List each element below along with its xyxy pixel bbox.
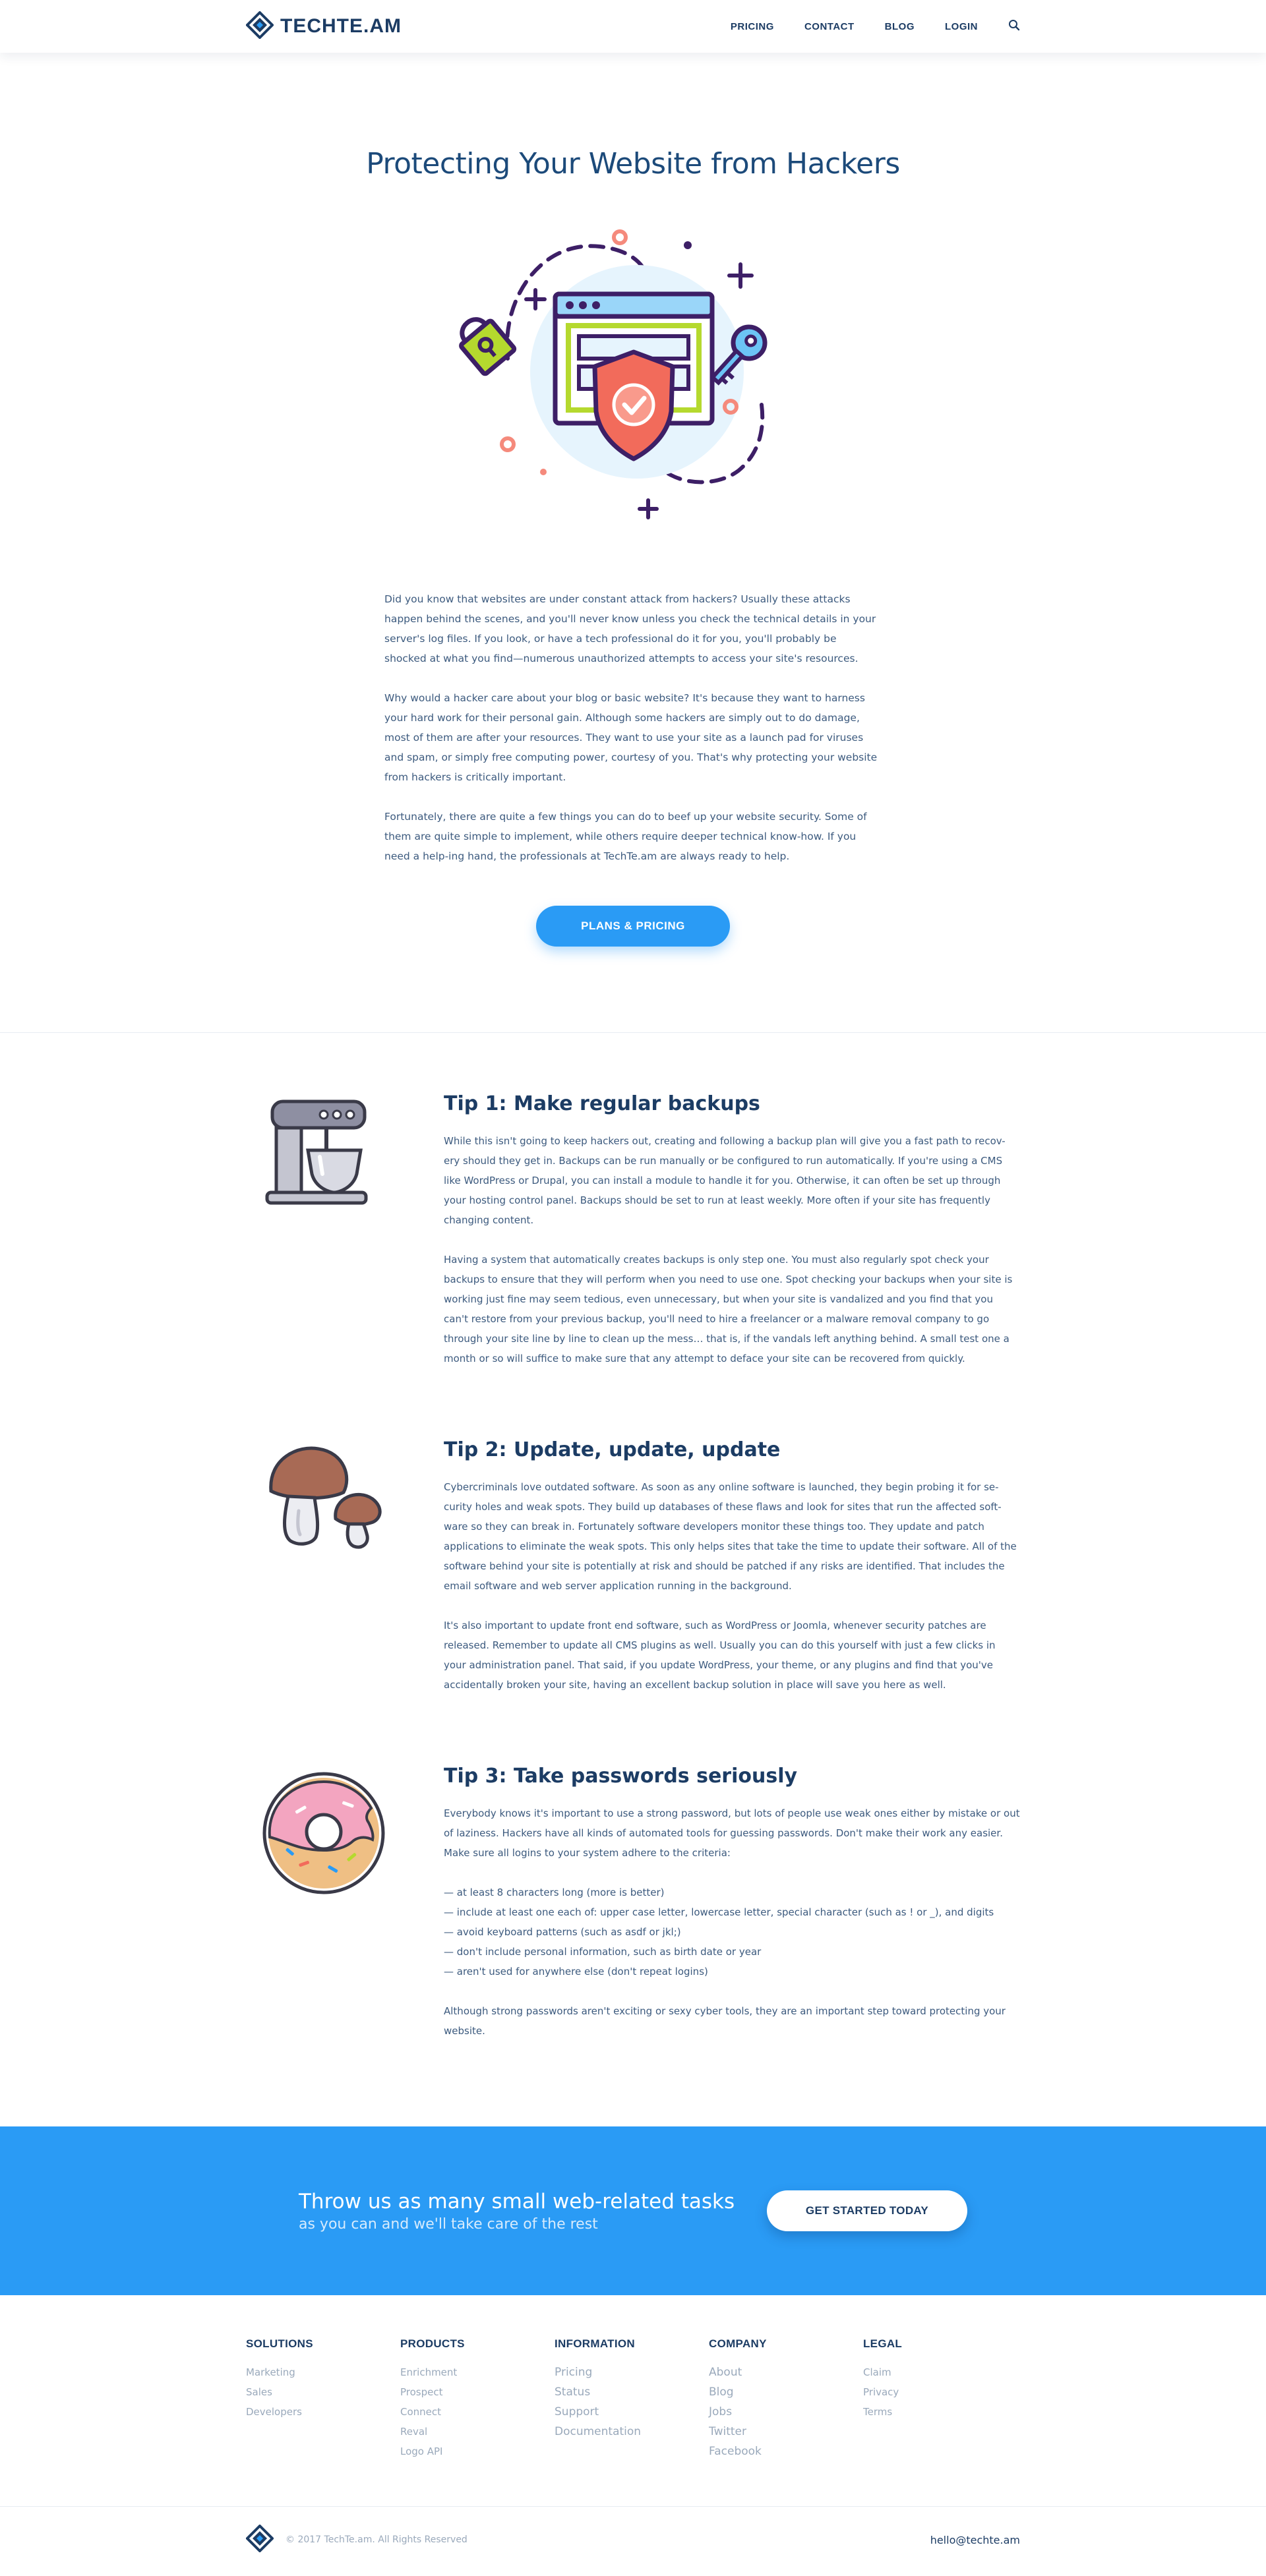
footer-link[interactable]: Support	[555, 2402, 709, 2422]
tip-paragraph: While this isn't going to keep hackers o…	[444, 1135, 1006, 1226]
list-item: — include at least one each of: upper ca…	[444, 1906, 994, 1918]
footer-link[interactable]: Blog	[709, 2382, 863, 2402]
footer-link[interactable]: Privacy	[863, 2382, 1017, 2402]
tip-3: Tip 3: Take passwords seriously Everybod…	[246, 1765, 1020, 2061]
footer-link[interactable]: Logo API	[400, 2442, 555, 2461]
tip-2: Tip 2: Update, update, update Cybercrimi…	[246, 1438, 1020, 1714]
footer-link[interactable]: Enrichment	[400, 2362, 555, 2382]
intro-paragraph: Did you know that websites are under con…	[384, 593, 876, 664]
list-item: — at least 8 characters long (more is be…	[444, 1887, 665, 1898]
footer-link[interactable]: Developers	[246, 2402, 400, 2422]
dot-icon	[612, 229, 628, 245]
footer-link[interactable]: Status	[555, 2382, 709, 2402]
intro-paragraph: Why would a hacker care about your blog …	[384, 692, 878, 783]
nav-contact[interactable]: CONTACT	[804, 21, 855, 32]
band-subtitle: as you can and we'll take care of the re…	[299, 2215, 598, 2233]
nav-pricing[interactable]: PRICING	[731, 21, 774, 32]
tip-paragraph: Although strong passwords aren't excitin…	[444, 2005, 1006, 2037]
list-item: — avoid keyboard patterns (such as asdf …	[444, 1926, 681, 1938]
band-title: Throw us as many small web-related tasks	[299, 2189, 735, 2213]
tip-paragraph: Everybody knows it's important to use a …	[444, 1807, 1020, 1859]
padlock-icon	[459, 317, 517, 376]
mixer-icon	[259, 1099, 370, 1210]
footer-link[interactable]: Marketing	[246, 2362, 400, 2382]
footer-link[interactable]: Documentation	[555, 2422, 709, 2442]
get-started-button[interactable]: GET STARTED TODAY	[767, 2190, 967, 2231]
tip-1: Tip 1: Make regular backups While this i…	[246, 1092, 1020, 1388]
tip-title: Tip 2: Update, update, update	[444, 1438, 1020, 1461]
dot-icon	[540, 469, 547, 475]
nav-blog[interactable]: BLOG	[885, 21, 915, 32]
footer-col-title: PRODUCTS	[400, 2337, 465, 2350]
intro-text: Did you know that websites are under con…	[384, 589, 882, 866]
footer-link[interactable]: Sales	[246, 2382, 400, 2402]
tip-number: Tip 3:	[444, 1765, 507, 1788]
site-footer: SOLUTIONS Marketing Sales Developers PRO…	[0, 2295, 1266, 2573]
tip-paragraph: Having a system that automatically creat…	[444, 1254, 1013, 1364]
tip-number: Tip 2:	[444, 1438, 507, 1461]
footer-link[interactable]: Pricing	[555, 2362, 709, 2382]
footer-col-title: SOLUTIONS	[246, 2337, 313, 2350]
cta-band: Throw us as many small web-related tasks…	[0, 2126, 1266, 2295]
footer-link[interactable]: Jobs	[709, 2402, 863, 2422]
tip-title: Tip 1: Make regular backups	[444, 1092, 1020, 1115]
logo-text: TECHTE.AM	[280, 15, 402, 37]
tip-heading: Update, update, update	[506, 1438, 781, 1461]
techteam-logo-icon	[245, 10, 274, 42]
tip-title: Tip 3: Take passwords seriously	[444, 1765, 1020, 1788]
cta-wrap: PLANS & PRICING	[0, 906, 1266, 947]
search-icon[interactable]	[1008, 19, 1020, 34]
footer-col-company: COMPANY About Blog Jobs Twitter Facebook	[709, 2337, 863, 2506]
tip-heading: Make regular backups	[506, 1092, 760, 1115]
tip-paragraph: It's also important to update front end …	[444, 1620, 996, 1691]
footer-col-title: LEGAL	[863, 2337, 903, 2350]
plans-pricing-button[interactable]: PLANS & PRICING	[536, 906, 730, 947]
password-criteria-list: — at least 8 characters long (more is be…	[444, 1883, 1020, 1981]
footer-col-solutions: SOLUTIONS Marketing Sales Developers	[246, 2337, 400, 2506]
dot-icon	[684, 241, 692, 249]
plus-icon	[638, 498, 659, 519]
dot-icon	[500, 436, 516, 452]
footer-link[interactable]: Reval	[400, 2422, 555, 2442]
page-title: Protecting Your Website from Hackers	[366, 147, 900, 181]
footer-link[interactable]: Facebook	[709, 2442, 863, 2461]
plus-icon	[727, 262, 754, 289]
security-illustration	[459, 229, 768, 519]
list-item: — don't include personal information, su…	[444, 1946, 762, 1958]
tip-heading: Take passwords seriously	[506, 1765, 798, 1788]
footer-col-information: INFORMATION Pricing Status Support Docum…	[555, 2337, 709, 2506]
footer-link[interactable]: Prospect	[400, 2382, 555, 2402]
mushroom-icon	[259, 1446, 391, 1557]
nav-login[interactable]: LOGIN	[945, 21, 978, 32]
hero-section: Protecting Your Website from Hackers	[0, 53, 1266, 550]
footer-link[interactable]: About	[709, 2362, 863, 2382]
footer-logo-icon[interactable]	[245, 2523, 274, 2556]
donut-icon	[259, 1772, 388, 1900]
main-nav: PRICING CONTACT BLOG LOGIN	[731, 19, 1020, 34]
footer-col-products: PRODUCTS Enrichment Prospect Connect Rev…	[400, 2337, 555, 2506]
tip-paragraph: Cybercriminals love outdated software. A…	[444, 1481, 1017, 1592]
footer-col-legal: LEGAL Claim Privacy Terms	[863, 2337, 1017, 2506]
site-header: TECHTE.AM PRICING CONTACT BLOG LOGIN	[0, 0, 1266, 53]
plus-icon	[524, 288, 547, 310]
tip-number: Tip 1:	[444, 1092, 507, 1115]
intro-paragraph: Fortunately, there are quite a few thing…	[384, 811, 867, 862]
tips-section: Tip 1: Make regular backups While this i…	[246, 1033, 1020, 2061]
footer-col-title: INFORMATION	[555, 2337, 635, 2350]
contact-email-link[interactable]: hello@techte.am	[930, 2534, 1020, 2546]
list-item: — aren't used for anywhere else (don't r…	[444, 1966, 708, 1977]
footer-link[interactable]: Twitter	[709, 2422, 863, 2442]
footer-link[interactable]: Connect	[400, 2402, 555, 2422]
copyright-text: © 2017 TechTe.am. All Rights Reserved	[286, 2534, 467, 2545]
footer-link[interactable]: Terms	[863, 2402, 1017, 2422]
logo[interactable]: TECHTE.AM	[245, 10, 402, 42]
footer-link[interactable]: Claim	[863, 2362, 1017, 2382]
footer-col-title: COMPANY	[709, 2337, 767, 2350]
